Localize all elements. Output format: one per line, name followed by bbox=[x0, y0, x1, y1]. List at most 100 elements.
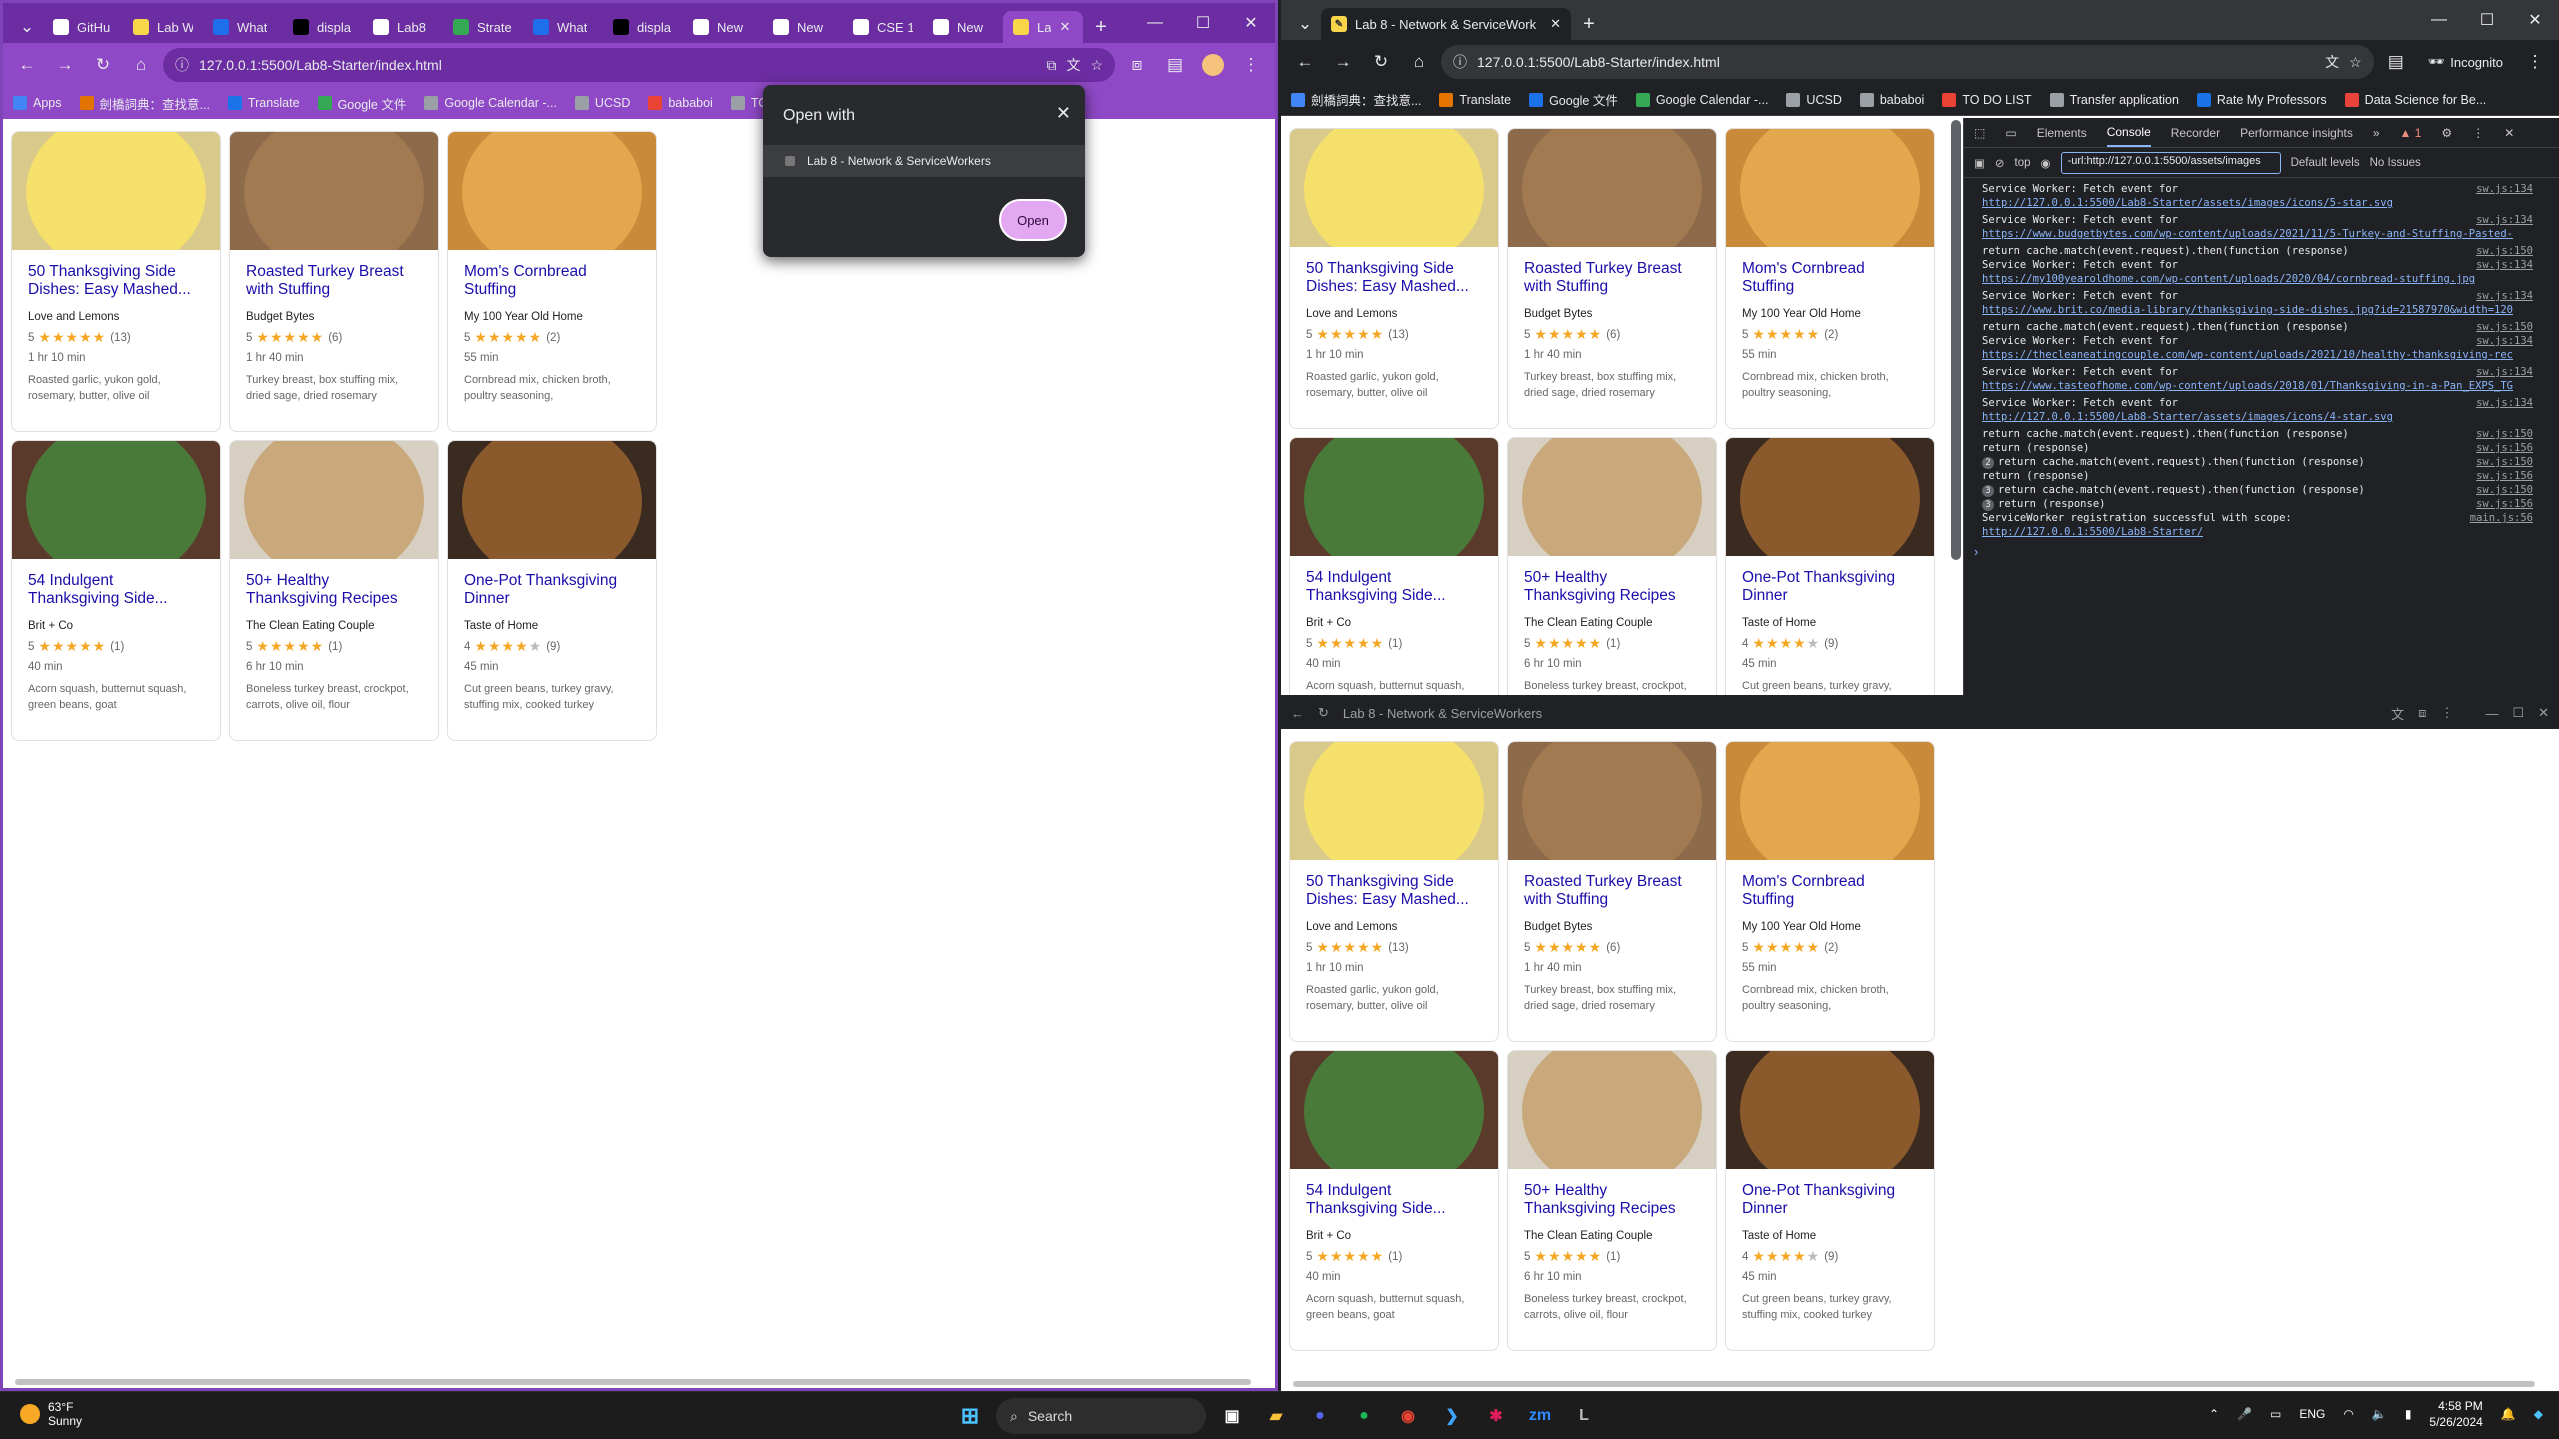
tab-3[interactable]: displa bbox=[283, 11, 363, 43]
recipe-card[interactable]: One-Pot Thanksgiving Dinner Taste of Home… bbox=[447, 440, 657, 741]
recipe-title[interactable]: Roasted Turkey Breast with Stuffing bbox=[1508, 247, 1716, 298]
extensions-icon[interactable]: ⧈ bbox=[1121, 49, 1153, 81]
recipe-title[interactable]: 54 Indulgent Thanksgiving Side... bbox=[1290, 556, 1498, 607]
menu-icon[interactable]: ⋮ bbox=[2519, 46, 2551, 78]
bookmark-item[interactable]: Rate My Professors bbox=[2196, 92, 2327, 107]
tab-lab8[interactable]: ✎ Lab 8 - Network & ServiceWork ✕ bbox=[1321, 8, 1571, 40]
sidebar-toggle-icon[interactable]: ▣ bbox=[1974, 156, 1985, 170]
open-button[interactable]: Open bbox=[999, 199, 1067, 241]
bookmark-item[interactable]: Apps bbox=[13, 96, 62, 110]
source-link[interactable]: sw.js:134 bbox=[2476, 334, 2533, 348]
tab-performance-insights[interactable]: Performance insights bbox=[2240, 126, 2353, 140]
source-link[interactable]: sw.js:134 bbox=[2476, 396, 2533, 410]
tab-1[interactable]: Lab W bbox=[123, 11, 203, 43]
recipe-title[interactable]: Mom's Cornbread Stuffing bbox=[1726, 860, 1934, 911]
close-icon[interactable]: ✕ bbox=[1227, 3, 1275, 43]
source-link[interactable]: sw.js:150 bbox=[2476, 455, 2533, 469]
language-indicator[interactable]: ENG bbox=[2299, 1407, 2325, 1421]
horizontal-scrollbar[interactable] bbox=[15, 1379, 1251, 1385]
source-link[interactable]: sw.js:150 bbox=[2476, 244, 2533, 258]
recipe-card[interactable]: One-Pot Thanksgiving Dinner Taste of Home… bbox=[1725, 1050, 1935, 1351]
maximize-icon[interactable]: ☐ bbox=[2512, 705, 2524, 721]
app-option[interactable]: Lab 8 - Network & ServiceWorkers bbox=[763, 145, 1085, 177]
recipe-card[interactable]: 50+ Healthy Thanksgiving Recipes The Clea… bbox=[1507, 437, 1717, 695]
bookmark-item[interactable]: UCSD bbox=[574, 96, 630, 110]
bookmark-item[interactable]: bababoi bbox=[1859, 92, 1924, 107]
context-select[interactable]: top bbox=[2015, 157, 2031, 169]
open-in-app-icon[interactable]: ⧉ bbox=[1046, 57, 1056, 74]
console-line[interactable]: https://www.tasteofhome.com/wp-content/u… bbox=[1982, 379, 2533, 393]
issues-count[interactable]: No Issues bbox=[2370, 157, 2421, 169]
recipe-card[interactable]: 50 Thanksgiving Side Dishes: Easy Mashed… bbox=[1289, 741, 1499, 1042]
clock[interactable]: 4:58 PM 5/26/2024 bbox=[2429, 1398, 2482, 1430]
recipe-title[interactable]: 54 Indulgent Thanksgiving Side... bbox=[1290, 1169, 1498, 1220]
forward-icon[interactable]: → bbox=[49, 49, 81, 81]
minimize-icon[interactable]: — bbox=[2415, 0, 2463, 40]
tab-close-icon[interactable]: ✕ bbox=[1550, 16, 1561, 32]
back-icon[interactable]: ← bbox=[1289, 46, 1321, 78]
file-explorer-icon[interactable]: ▰ bbox=[1258, 1398, 1294, 1434]
close-icon[interactable]: ✕ bbox=[2538, 705, 2549, 721]
recipe-title[interactable]: One-Pot Thanksgiving Dinner bbox=[1726, 1169, 1934, 1220]
lab-app-icon[interactable]: L bbox=[1566, 1398, 1602, 1434]
mic-icon[interactable]: 🎤 bbox=[2237, 1407, 2252, 1421]
extensions-icon[interactable]: ⧈ bbox=[2418, 705, 2426, 721]
new-tab-button[interactable]: + bbox=[1083, 11, 1119, 43]
recipe-card[interactable]: Mom's Cornbread Stuffing My 100 Year Old … bbox=[447, 131, 657, 432]
settings-icon[interactable]: ⚙ bbox=[2441, 126, 2452, 140]
minimize-icon[interactable]: — bbox=[1131, 3, 1179, 43]
source-link[interactable]: sw.js:156 bbox=[2476, 497, 2533, 511]
incognito-badge[interactable]: 🕶 Incognito bbox=[2418, 54, 2513, 70]
eye-icon[interactable]: ◉ bbox=[2041, 156, 2051, 170]
bookmark-item[interactable]: Translate bbox=[1439, 92, 1511, 107]
recipe-card[interactable]: 54 Indulgent Thanksgiving Side... Brit + … bbox=[1289, 437, 1499, 695]
tab-6[interactable]: What bbox=[523, 11, 603, 43]
log-levels-select[interactable]: Default levels bbox=[2291, 157, 2360, 169]
recipe-card[interactable]: 50 Thanksgiving Side Dishes: Easy Mashed… bbox=[11, 131, 221, 432]
source-link[interactable]: sw.js:134 bbox=[2476, 258, 2533, 272]
battery-icon[interactable]: ▮ bbox=[2405, 1407, 2412, 1421]
recipe-title[interactable]: Roasted Turkey Breast with Stuffing bbox=[230, 250, 438, 301]
translate-icon[interactable]: 文 bbox=[1066, 55, 1080, 75]
profile-avatar[interactable] bbox=[1197, 49, 1229, 81]
source-link[interactable]: sw.js:150 bbox=[2476, 483, 2533, 497]
tab-11[interactable]: New bbox=[923, 11, 1003, 43]
recipe-card[interactable]: 54 Indulgent Thanksgiving Side... Brit + … bbox=[11, 440, 221, 741]
console-line[interactable]: http://127.0.0.1:5500/Lab8-Starter/asset… bbox=[1982, 196, 2533, 210]
bookmark-item[interactable]: Data Science for Be... bbox=[2344, 92, 2486, 107]
console-prompt[interactable]: › bbox=[1964, 542, 2559, 561]
new-tab-button[interactable]: + bbox=[1571, 8, 1607, 40]
recipe-card[interactable]: 50+ Healthy Thanksgiving Recipes The Clea… bbox=[1507, 1050, 1717, 1351]
recipe-title[interactable]: Mom's Cornbread Stuffing bbox=[1726, 247, 1934, 298]
tab-10[interactable]: CSE 1 bbox=[843, 11, 923, 43]
bookmark-item[interactable]: bababoi bbox=[648, 96, 713, 110]
tab-recorder[interactable]: Recorder bbox=[2171, 126, 2220, 140]
recipe-card[interactable]: Roasted Turkey Breast with Stuffing Budge… bbox=[229, 131, 439, 432]
task-view-icon[interactable]: ▣ bbox=[1214, 1398, 1250, 1434]
bookmark-star-icon[interactable]: ☆ bbox=[2349, 54, 2362, 71]
slack-icon[interactable]: ✱ bbox=[1478, 1398, 1514, 1434]
bookmark-item[interactable]: 劍橋詞典：查找意... bbox=[1291, 90, 1421, 109]
source-link[interactable]: sw.js:156 bbox=[2476, 469, 2533, 483]
search-box[interactable]: ⌕ Search bbox=[996, 1398, 1206, 1434]
start-icon[interactable]: ⊞ bbox=[952, 1398, 988, 1434]
bookmark-item[interactable]: TO DO LIST bbox=[1942, 92, 2032, 107]
back-icon[interactable]: ← bbox=[11, 49, 43, 81]
recipe-title[interactable]: One-Pot Thanksgiving Dinner bbox=[448, 559, 656, 610]
source-link[interactable]: sw.js:150 bbox=[2476, 427, 2533, 441]
inspect-icon[interactable]: ⬚ bbox=[1974, 126, 1985, 140]
dialog-close-icon[interactable]: ✕ bbox=[1056, 103, 1071, 124]
source-link[interactable]: main.js:56 bbox=[2470, 511, 2533, 525]
reload-icon[interactable]: ↻ bbox=[1365, 46, 1397, 78]
recipe-card[interactable]: 50+ Healthy Thanksgiving Recipes The Clea… bbox=[229, 440, 439, 741]
tab-search-icon[interactable]: ⌄ bbox=[1289, 8, 1321, 40]
side-panel-icon[interactable]: ▤ bbox=[2380, 46, 2412, 78]
side-panel-icon[interactable]: ▤ bbox=[1159, 49, 1191, 81]
warning-badge[interactable]: ▲ 1 bbox=[2400, 126, 2422, 140]
console-line[interactable]: https://my100yearoldhome.com/wp-content/… bbox=[1982, 272, 2533, 286]
more-options-icon[interactable]: ⋮ bbox=[2472, 126, 2484, 140]
translate-icon[interactable]: 文 bbox=[2391, 704, 2404, 723]
recipe-title[interactable]: 50+ Healthy Thanksgiving Recipes bbox=[1508, 1169, 1716, 1220]
recipe-card[interactable]: 54 Indulgent Thanksgiving Side... Brit + … bbox=[1289, 1050, 1499, 1351]
bookmark-item[interactable]: UCSD bbox=[1786, 92, 1842, 107]
